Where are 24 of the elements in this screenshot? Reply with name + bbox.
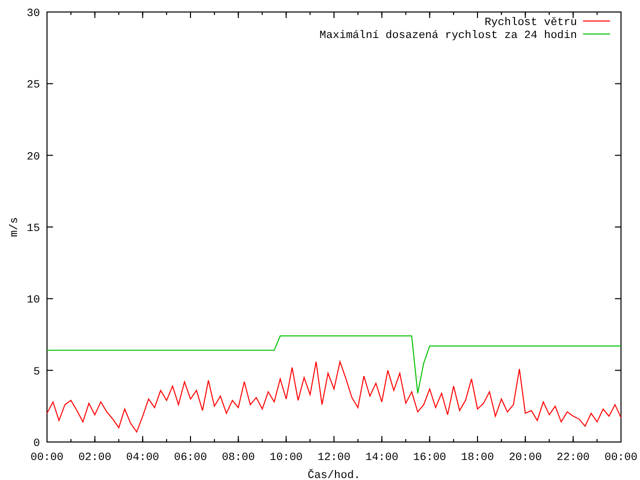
x-tick-label: 00:00 bbox=[30, 452, 64, 464]
legend-label: Maximální dosazená rychlost za 24 hodin bbox=[320, 30, 577, 42]
x-tick-label: 10:00 bbox=[270, 452, 303, 464]
x-tick-label: 20:00 bbox=[508, 452, 542, 464]
y-axis-label: m/s bbox=[9, 217, 21, 237]
x-tick-label: 16:00 bbox=[413, 452, 446, 464]
x-tick-label: 02:00 bbox=[78, 452, 112, 464]
y-tick-label: 15 bbox=[26, 223, 40, 235]
y-tick-label: 10 bbox=[26, 294, 40, 307]
x-tick-label: 12:00 bbox=[318, 452, 350, 464]
x-tick-label: 04:00 bbox=[126, 452, 160, 464]
legend-label: Rychlost větru bbox=[484, 17, 577, 29]
x-tick-label: 18:00 bbox=[461, 452, 494, 464]
x-tick-label: 08:00 bbox=[222, 452, 255, 464]
y-tick-label: 5 bbox=[33, 366, 40, 378]
x-tick-label: 14:00 bbox=[365, 452, 398, 464]
y-tick-label: 30 bbox=[26, 8, 40, 20]
x-axis-label: Čas/hod. bbox=[308, 470, 360, 480]
y-tick-label: 25 bbox=[26, 80, 40, 92]
y-tick-label: 0 bbox=[33, 438, 40, 450]
x-tick-label: 06:00 bbox=[174, 452, 207, 464]
x-tick-label: 00:00 bbox=[604, 452, 638, 464]
y-tick-label: 20 bbox=[26, 151, 40, 164]
x-tick-label: 22:00 bbox=[556, 452, 590, 464]
